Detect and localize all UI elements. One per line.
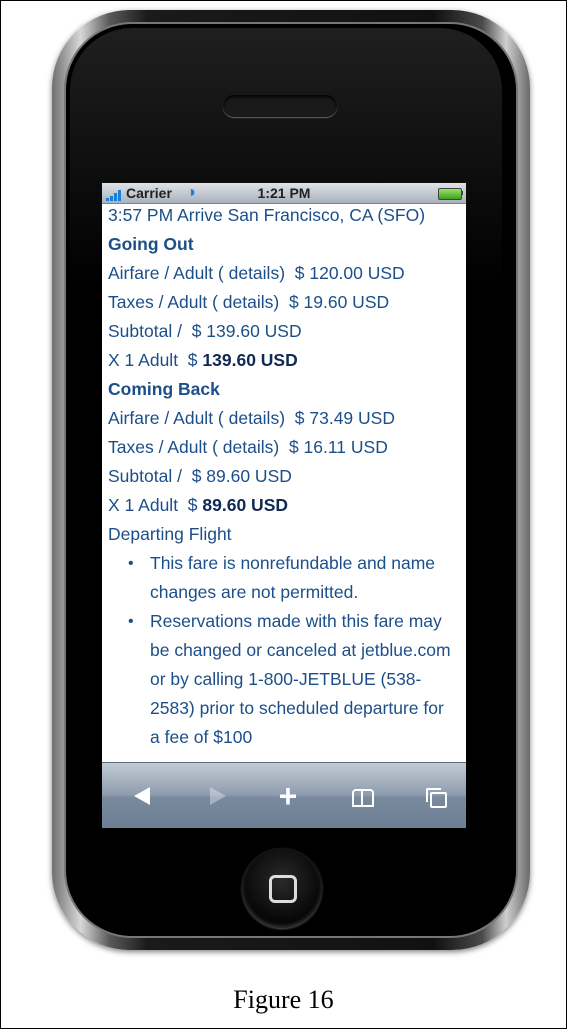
- taxes-label: Taxes / Adult ( details): [108, 437, 280, 457]
- home-square-icon: [269, 875, 297, 903]
- fare-notes-list: This fare is nonrefundable and name chan…: [102, 549, 456, 752]
- total-value: 139.60 USD: [202, 350, 298, 370]
- going-out-taxes: Taxes / Adult ( details) $ 19.60 USD: [108, 288, 389, 317]
- subtotal-value: $ 89.60 USD: [191, 466, 292, 486]
- fare-note: Reservations made with this fare may be …: [128, 607, 456, 752]
- battery-tip: [461, 191, 463, 195]
- adult-count: X 1 Adult: [108, 350, 179, 370]
- safari-toolbar: +: [102, 762, 466, 828]
- taxes-label: Taxes / Adult ( details): [108, 292, 280, 312]
- coming-back-subtotal: Subtotal / $ 89.60 USD: [108, 462, 292, 491]
- battery-icon: [438, 188, 462, 200]
- going-out-airfare: Airfare / Adult ( details) $ 120.00 USD: [108, 259, 405, 288]
- earpiece-speaker: [223, 95, 337, 117]
- home-button[interactable]: [242, 848, 322, 928]
- airfare-value: $ 73.49 USD: [294, 408, 395, 428]
- bookmarks-icon[interactable]: [342, 781, 382, 811]
- total-value: 89.60 USD: [202, 495, 289, 515]
- going-out-total: X 1 Adult $ 139.60 USD: [108, 346, 298, 375]
- total-prefix: $: [187, 350, 198, 370]
- figure-caption: Figure 16: [233, 985, 334, 1014]
- coming-back-airfare: Airfare / Adult ( details) $ 73.49 USD: [108, 404, 395, 433]
- back-arrow-icon[interactable]: [122, 781, 162, 811]
- subtotal-value: $ 139.60 USD: [191, 321, 302, 341]
- airfare-label: Airfare / Adult ( details): [108, 408, 286, 428]
- phone-screen: Carrier ◑ 1:21 PM 3:57 PM Arrive San Fra…: [102, 183, 466, 828]
- departing-flight-heading: Departing Flight: [108, 524, 232, 544]
- page-content: 3:57 PM Arrive San Francisco, CA (SFO) G…: [102, 203, 466, 762]
- airfare-value: $ 120.00 USD: [294, 263, 405, 283]
- adult-count: X 1 Adult: [108, 495, 179, 515]
- coming-back-heading: Coming Back: [108, 379, 220, 399]
- fare-note: This fare is nonrefundable and name chan…: [128, 549, 456, 607]
- total-prefix: $: [187, 495, 198, 515]
- pages-icon[interactable]: [416, 781, 456, 811]
- subtotal-label: Subtotal /: [108, 321, 182, 341]
- going-out-subtotal: Subtotal / $ 139.60 USD: [108, 317, 302, 346]
- add-button[interactable]: +: [268, 780, 308, 812]
- arrival-line: 3:57 PM Arrive San Francisco, CA (SFO): [108, 205, 426, 225]
- subtotal-label: Subtotal /: [108, 466, 182, 486]
- taxes-value: $ 19.60 USD: [288, 292, 390, 312]
- status-time: 1:21 PM: [257, 185, 311, 201]
- coming-back-total: X 1 Adult $ 89.60 USD: [108, 491, 288, 520]
- coming-back-taxes: Taxes / Adult ( details) $ 16.11 USD: [108, 433, 388, 462]
- airfare-label: Airfare / Adult ( details): [108, 263, 286, 283]
- forward-arrow-icon[interactable]: [196, 781, 236, 811]
- taxes-value: $ 16.11 USD: [288, 437, 388, 457]
- going-out-heading: Going Out: [108, 234, 194, 254]
